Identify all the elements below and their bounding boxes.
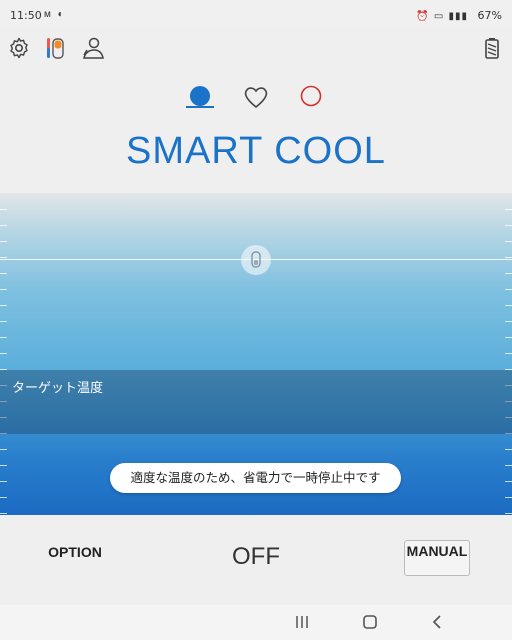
tick-mark [505, 465, 512, 466]
tick-mark [505, 305, 512, 306]
recents-icon[interactable] [292, 613, 312, 631]
tick-mark [0, 497, 7, 498]
battery-icon [485, 38, 499, 59]
signal-icon: ⏰ ▭ ▮▮▮ [416, 11, 469, 22]
tick-mark [0, 225, 7, 226]
power-saving-notice: 適度な温度のため、省電力で一時停止中です [110, 463, 401, 493]
back-icon[interactable] [428, 613, 448, 631]
tick-mark [0, 241, 7, 242]
right-ticks [504, 193, 512, 515]
tick-mark [505, 289, 512, 290]
tick-mark [505, 337, 512, 338]
target-temperature-label: ターゲット温度 [12, 380, 104, 395]
tick-mark [505, 241, 512, 242]
tick-mark [0, 209, 7, 210]
tick-mark [505, 497, 512, 498]
tick-mark [0, 513, 7, 514]
system-navbar [0, 605, 512, 640]
tab-circle-icon[interactable] [296, 82, 326, 112]
tick-mark [505, 481, 512, 482]
temperature-knob[interactable] [241, 245, 271, 275]
home-icon[interactable] [360, 613, 380, 631]
option-button[interactable]: OPTION [44, 543, 106, 562]
selected-tab-indicator [186, 106, 214, 108]
tick-mark [505, 225, 512, 226]
tick-mark [0, 337, 7, 338]
tick-mark [505, 353, 512, 354]
tick-mark [0, 353, 7, 354]
status-time: 11:50 [10, 9, 42, 22]
battery-percent: 67% [477, 9, 502, 22]
left-ticks [0, 193, 8, 515]
tick-mark [0, 257, 7, 258]
tick-mark [0, 465, 7, 466]
bottom-controls: OPTION OFF MANUAL [0, 515, 512, 605]
toolbar [0, 28, 512, 68]
tick-mark [505, 209, 512, 210]
status-bar: 11:50 ᴍ ◐ ⏰ ▭ ▮▮▮ 67% [0, 0, 512, 28]
tick-mark [0, 321, 7, 322]
temperature-gauge[interactable]: ターゲット温度 適度な温度のため、省電力で一時停止中です [0, 193, 512, 515]
notification-icons: ᴍ ◐ [44, 9, 66, 20]
mode-title: SMART COOL [126, 130, 386, 172]
tick-mark [505, 321, 512, 322]
tick-mark [505, 273, 512, 274]
tick-mark [0, 305, 7, 306]
tick-mark [0, 289, 7, 290]
mode-tabs [0, 80, 512, 112]
tick-mark [505, 449, 512, 450]
person-icon[interactable] [81, 36, 105, 60]
tick-mark [505, 257, 512, 258]
tick-mark [0, 273, 7, 274]
power-state[interactable]: OFF [206, 543, 306, 571]
tab-heart-icon[interactable] [241, 82, 271, 112]
thermometer-icon[interactable] [44, 36, 68, 60]
thermometer-knob-icon [251, 251, 261, 268]
gear-icon[interactable] [7, 36, 31, 60]
tick-mark [0, 481, 7, 482]
manual-button[interactable]: MANUAL [404, 540, 470, 576]
tick-mark [0, 449, 7, 450]
tick-mark [505, 513, 512, 514]
status-right: ⏰ ▭ ▮▮▮ 67% [416, 9, 502, 22]
